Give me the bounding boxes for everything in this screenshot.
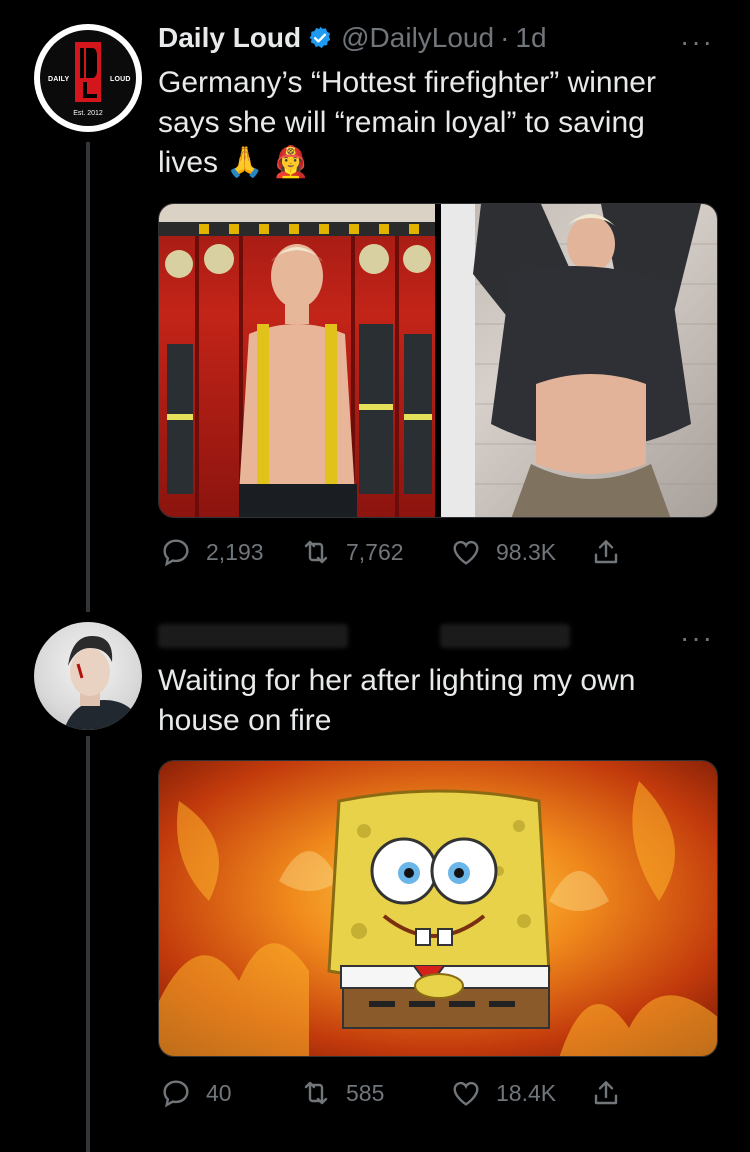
tweet-timestamp[interactable]: 1d (515, 22, 546, 54)
like-button[interactable]: 18.4K (450, 1077, 590, 1109)
retweet-icon (304, 540, 328, 564)
tweet-daily-loud[interactable]: DAILY LOUD Est. 2012 Daily Loud @DailyLo… (0, 0, 750, 600)
tweet1-actions: 2,193 7,762 98.3K (160, 536, 636, 568)
more-options-icon[interactable]: ··· (680, 622, 714, 654)
peaky-portrait-avatar (34, 622, 142, 730)
like-button[interactable]: 98.3K (450, 536, 590, 568)
tweet-reply[interactable]: ··· Waiting for her after lighting my ow… (0, 600, 750, 1152)
tweet2-actions: 40 585 18.4K (160, 1077, 636, 1109)
retweet-icon (304, 1081, 328, 1105)
tweet1-header: Daily Loud @DailyLoud · 1d (158, 22, 547, 54)
reply-count: 2,193 (206, 538, 264, 565)
heart-icon (453, 540, 479, 565)
tweet1-text-line-3: lives 🙏 👩‍🚒 (158, 146, 310, 179)
tweet1-text: Germany’s “Hottest firefighter” winner s… (158, 63, 728, 183)
blurred-author-meta (440, 624, 570, 648)
tweet1-text-line-1: Germany’s “Hottest firefighter” winner (158, 66, 656, 99)
tweet2-media[interactable] (158, 760, 718, 1057)
daily-loud-logo: DAILY LOUD Est. 2012 (34, 24, 142, 132)
share-icon (594, 540, 618, 564)
reply-button[interactable]: 40 (160, 1077, 300, 1109)
reply-count: 40 (206, 1079, 232, 1106)
dl-monogram-icon (75, 42, 101, 102)
tweet1-text-line-2: says she will “remain loyal” to saving (158, 106, 645, 139)
blurred-author-header (158, 624, 348, 648)
more-options-icon[interactable]: ··· (680, 26, 714, 58)
retweet-button[interactable]: 585 (300, 1077, 450, 1109)
photo-firefighter-lockers[interactable] (159, 204, 435, 517)
reply-button[interactable]: 2,193 (160, 536, 300, 568)
spongebob-fire-image (159, 761, 717, 1056)
like-count: 18.4K (496, 1079, 557, 1106)
portrait-illustration (64, 636, 142, 730)
reply-icon (163, 1080, 189, 1108)
share-icon (594, 1081, 618, 1105)
time-separator: · (500, 22, 510, 53)
heart-icon (453, 1081, 479, 1106)
retweet-count: 7,762 (346, 538, 404, 565)
logo-text-loud: LOUD (110, 76, 131, 83)
avatar-daily-loud[interactable]: DAILY LOUD Est. 2012 (34, 24, 142, 132)
tweet2-text-line-2: house on fire (158, 704, 332, 737)
tweet2-text-line-1: Waiting for her after lighting my own (158, 664, 636, 697)
verified-badge-icon (309, 26, 331, 49)
avatar-reply-user[interactable] (34, 622, 142, 730)
retweet-button[interactable]: 7,762 (300, 536, 450, 568)
share-button[interactable] (590, 536, 636, 568)
reply-icon (163, 539, 189, 567)
like-count: 98.3K (496, 538, 557, 565)
tweet1-media[interactable] (158, 203, 718, 518)
retweet-count: 585 (346, 1079, 385, 1106)
tweet2-text: Waiting for her after lighting my own ho… (158, 661, 728, 741)
logo-text-daily: DAILY (48, 76, 70, 83)
author-handle[interactable]: @DailyLoud (341, 22, 494, 54)
photo-firefighter-brick-wall[interactable] (441, 204, 717, 517)
locker-room-illustration (159, 204, 435, 517)
brick-wall-illustration (441, 204, 717, 517)
author-name[interactable]: Daily Loud (158, 22, 301, 54)
share-button[interactable] (590, 1077, 636, 1109)
logo-text-est: Est. 2012 (73, 110, 103, 117)
